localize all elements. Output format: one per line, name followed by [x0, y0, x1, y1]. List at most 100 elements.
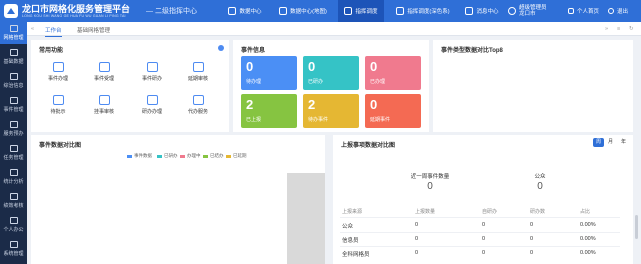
sidebar-item-base-data[interactable]: 基础数据 [0, 46, 27, 68]
table-header-cell: 上报数量 [415, 209, 436, 215]
settings-icon [9, 241, 18, 248]
func-delay-review[interactable]: 延期审核 [181, 62, 215, 82]
chevron-right-icon[interactable]: » [605, 26, 608, 32]
sidebar-item-governance[interactable]: 综治信息 [0, 70, 27, 92]
nav-command-dispatch-dark[interactable]: 指挥调度(深色系) [392, 0, 454, 22]
sidebar-item-statistics[interactable]: 统计分析 [0, 166, 27, 188]
legend-swatch [203, 154, 208, 158]
period-year-button[interactable]: 年 [618, 138, 629, 147]
table-cell: 0 [415, 236, 419, 242]
nav-data-center[interactable]: 数据中心 [222, 0, 268, 22]
func-event-handle[interactable]: 事件办理 [41, 62, 75, 82]
mail-icon [465, 7, 474, 15]
personal-home-link[interactable]: 个人首页 [568, 0, 604, 22]
help-icon[interactable] [218, 45, 224, 51]
dispatch-icon [344, 7, 353, 15]
func-event-accept[interactable]: 事件受理 [87, 62, 121, 82]
paper-icon [52, 95, 64, 105]
top-bar: 龙口市网格化服务管理平台 LONG KOU SHI WANG GE HUA FU… [0, 0, 641, 22]
nav-data-center-map[interactable]: 数据中心(地图) [272, 0, 334, 22]
sidebar-item-events[interactable]: 事件管理 [0, 94, 27, 116]
home-icon [568, 8, 574, 14]
table-cell: 0.00% [580, 236, 596, 242]
logo-icon [4, 4, 18, 18]
func-proxy-service[interactable]: 代办服务 [181, 95, 215, 115]
scrollbar[interactable] [635, 215, 638, 239]
period-week-button[interactable]: 周 [593, 138, 604, 147]
info-icon [9, 73, 18, 80]
table-cell: 公众 [342, 224, 354, 230]
event-card[interactable]: 2 待办事件 [303, 94, 359, 128]
event-card[interactable]: 0 已研办 [303, 56, 359, 90]
monitor-icon [228, 7, 237, 15]
func-hang-review[interactable]: 挂事审核 [87, 95, 121, 115]
event-card[interactable]: 0 已办理 [365, 56, 421, 90]
event-compare-panel: 事件数据对比图 [31, 135, 325, 264]
chevron-left-icon[interactable]: « [31, 26, 34, 32]
event-card[interactable]: 2 已上报 [241, 94, 297, 128]
tab-workbench[interactable]: 工作台 [45, 26, 62, 37]
legend-swatch [180, 154, 185, 158]
func-research-handle[interactable]: 研办办理 [135, 95, 169, 115]
menu-icon[interactable]: ≡ [617, 26, 620, 32]
nav-command-dispatch[interactable]: 指挥调度 [338, 0, 384, 22]
func-pending-instruction[interactable]: 待批示 [41, 95, 75, 115]
sidebar-item-office[interactable]: 个人办公 [0, 214, 27, 236]
table-cell: 0 [415, 222, 419, 228]
event-type-title: 事件类型数据对比Top8 [441, 48, 503, 54]
app-title: 龙口市网格化服务管理平台 [22, 4, 131, 14]
share-icon [146, 62, 158, 72]
func-event-research[interactable]: 事件研办 [135, 62, 169, 82]
event-info-panel: 事件信息 0 待办理 0 已研办 0 已办理 2 已上报 2 待办事件 0 延期事件 [233, 40, 429, 132]
refresh-icon[interactable]: ↻ [629, 26, 634, 32]
legend-swatch [226, 154, 231, 158]
event-info-title: 事件信息 [241, 48, 266, 54]
app-subtitle: LONG KOU SHI WANG GE HUA FU WU GUAN LI P… [22, 14, 126, 18]
table-cell: 0.00% [580, 222, 596, 228]
event-compare-title: 事件数据对比图 [39, 143, 82, 149]
table-header-cell: 研办数 [530, 209, 546, 215]
sidebar-item-tasks[interactable]: 任务管理 [0, 142, 27, 164]
report-title: 上报事项数据对比图 [341, 143, 396, 149]
sidebar-item-grid[interactable]: 网格管理 [0, 22, 27, 44]
legend-item[interactable]: 已研办 [157, 153, 178, 159]
report-panel: 上报事项数据对比图 [333, 135, 633, 264]
table-header-cell: 自研办 [482, 209, 498, 215]
service-icon [9, 121, 18, 128]
divider [340, 217, 620, 218]
user-org: 龙口市 [519, 11, 536, 17]
sidebar-item-performance[interactable]: 绩效考核 [0, 190, 27, 212]
event-card[interactable]: 0 待办理 [241, 56, 297, 90]
legend-item[interactable]: 办理中 [180, 153, 201, 159]
tab-bar: « 工作台 基础网格管理 » ≡ ↻ [27, 22, 641, 37]
table-header-cell: 上报来源 [342, 209, 363, 215]
logout-link[interactable]: 退出 [608, 0, 638, 22]
calendar-icon [192, 62, 204, 72]
divider [340, 232, 620, 233]
bell-alt-icon [192, 95, 204, 105]
database-icon [9, 49, 18, 56]
grid-icon [9, 25, 18, 32]
power-icon [608, 8, 614, 14]
table-cell: 0 [530, 222, 534, 228]
legend-item[interactable]: 已延期 [226, 153, 247, 159]
legend-item[interactable]: 已结办 [203, 153, 224, 159]
nav-message-center[interactable]: 消息中心 [462, 0, 502, 22]
table-header-cell: 占比 [580, 209, 591, 215]
legend-item[interactable]: 事件数据 [127, 153, 152, 159]
stat-public-label: 公众 [534, 174, 546, 180]
event-card[interactable]: 0 延期事件 [365, 94, 421, 128]
tab-base-grid[interactable]: 基础网格管理 [77, 26, 110, 34]
user-icon [508, 7, 516, 15]
sidebar-item-service[interactable]: 服务预办 [0, 118, 27, 140]
user-menu[interactable]: 超级管理员 龙口市 [508, 0, 560, 22]
map-icon [279, 7, 288, 15]
period-month-button[interactable]: 月 [605, 138, 616, 147]
sidebar-item-system[interactable]: 系统管理 [0, 238, 27, 260]
table-cell: 0 [482, 250, 486, 256]
dispatch-dark-icon [396, 7, 405, 15]
stat-week-label: 近一周事件数量 [410, 174, 450, 180]
table-cell: 全科网格员 [342, 252, 370, 258]
level-label: — 二级指挥中心 [146, 8, 197, 15]
building-icon [98, 95, 110, 105]
